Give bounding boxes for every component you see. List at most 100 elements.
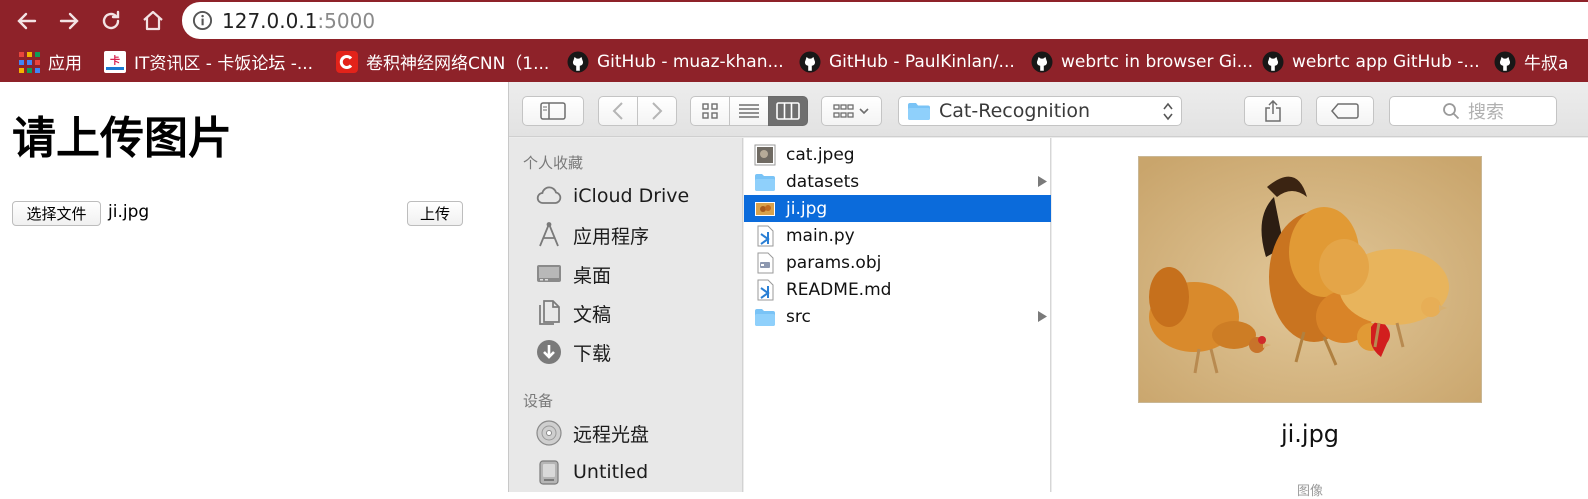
sidebar-item-icloud-drive[interactable]: iCloud Drive — [535, 181, 689, 211]
bookmark-webrtc-app[interactable]: webrtc app GitHub -... — [1262, 41, 1480, 82]
bookmark-label: IT资讯区 - 卡饭论坛 -... — [134, 54, 314, 74]
sidebar-item-label: 远程光盘 — [573, 423, 650, 446]
sidebar-item-untitled[interactable]: Untitled — [535, 457, 648, 487]
sidebar-item-label: 桌面 — [573, 264, 612, 287]
file-row-cat-jpeg[interactable]: cat.jpeg — [744, 141, 1051, 168]
page-title: 请上传图片 — [12, 113, 232, 164]
bookmark-github-muaz[interactable]: GitHub - muaz-khan... — [567, 41, 784, 82]
chosen-file-name: ji.jpg — [108, 202, 150, 222]
location-popup[interactable]: Cat-Recognition — [898, 96, 1182, 126]
kafan-icon: 卡 — [104, 50, 126, 73]
folder-icon — [908, 102, 930, 120]
url-text[interactable]: 127.0.0.1:5000 — [222, 9, 375, 33]
chevron-left-icon — [612, 102, 623, 120]
url-host: 127.0.0.1 — [222, 9, 318, 33]
share-button[interactable] — [1244, 96, 1302, 126]
reload-icon[interactable] — [96, 6, 126, 36]
dialog-sidebar: 个人收藏 iCloud Drive 应用程序 桌面 文稿 下载 设备 远程光盘 — [509, 138, 743, 492]
dialog-toolbar: Cat-Recognition 搜索 — [509, 82, 1588, 137]
column-view-button[interactable] — [768, 96, 808, 126]
icon-view-icon — [702, 103, 718, 119]
bookmark-kafan[interactable]: 卡 IT资讯区 - 卡饭论坛 -... — [104, 41, 313, 82]
bookmark-label: 牛叔a — [1524, 54, 1569, 74]
back-button[interactable] — [598, 96, 638, 126]
bookmark-label: webrtc in browser Gi... — [1061, 51, 1253, 72]
sidebar-item-remote-disc[interactable]: 远程光盘 — [535, 418, 649, 448]
chevron-right-icon — [652, 102, 663, 120]
location-name: Cat-Recognition — [939, 100, 1091, 122]
file-row-readme-md[interactable]: README.md — [744, 276, 1051, 303]
tag-icon — [1331, 103, 1359, 119]
forward-button[interactable] — [637, 96, 677, 126]
sidebar-item-label: iCloud Drive — [573, 185, 690, 207]
file-row-main-py[interactable]: main.py — [744, 222, 1051, 249]
icon-view-button[interactable] — [690, 96, 730, 126]
sidebar-item-documents[interactable]: 文稿 — [535, 298, 611, 328]
search-field[interactable]: 搜索 — [1389, 96, 1557, 126]
github-icon — [1494, 51, 1516, 72]
sidebar-item-applications[interactable]: 应用程序 — [535, 220, 649, 250]
file-open-dialog: Cat-Recognition 搜索 个人收藏 iCloud Drive 应用程… — [508, 82, 1588, 499]
sidebar-toggle-icon — [540, 102, 566, 120]
group-by-icon — [832, 104, 869, 118]
column-view-icon — [776, 102, 800, 120]
bookmark-label: 应用 — [48, 54, 82, 74]
sidebar-item-label: Untitled — [573, 461, 649, 483]
bookmark-label: GitHub - muaz-khan... — [597, 51, 784, 72]
choose-file-button[interactable]: 选择文件 — [12, 201, 101, 226]
disc-icon — [536, 420, 562, 446]
github-icon — [799, 51, 821, 72]
sidebar-item-downloads[interactable]: 下载 — [535, 337, 611, 367]
home-icon[interactable] — [138, 6, 168, 36]
sidebar-item-label: 下载 — [573, 342, 612, 365]
bookmark-apps[interactable]: 应用 — [18, 41, 82, 82]
file-row-params-obj[interactable]: params.obj — [744, 249, 1051, 276]
chicken-photo — [1139, 157, 1481, 402]
forward-icon[interactable] — [54, 6, 84, 36]
preview-image — [1138, 156, 1482, 403]
bookmark-label: 卷积神经网络CNN（1... — [366, 54, 550, 74]
bookmark-webrtc-browser[interactable]: webrtc in browser Gi... — [1031, 41, 1253, 82]
file-name: params.obj — [786, 252, 882, 273]
updown-chevron-icon — [1163, 102, 1173, 121]
sidebar-toggle-button[interactable] — [522, 96, 584, 126]
devices-heading: 设备 — [523, 392, 554, 410]
svg-text:卡: 卡 — [110, 54, 120, 67]
browser-toolbar: 127.0.0.1:5000 — [0, 0, 1588, 41]
bookmark-csdn[interactable]: 卷积神经网络CNN（1... — [336, 41, 549, 82]
file-row-src[interactable]: src — [744, 303, 1051, 330]
list-view-icon — [739, 104, 759, 118]
group-by-button[interactable] — [821, 96, 882, 126]
github-icon — [1262, 51, 1284, 72]
share-icon — [1265, 100, 1281, 122]
object-file-icon — [757, 252, 774, 273]
bookmark-niushu[interactable]: 牛叔a — [1494, 41, 1568, 82]
bookmark-github-paulkinlan[interactable]: GitHub - PaulKinlan/... — [799, 41, 1015, 82]
list-view-button[interactable] — [729, 96, 769, 126]
bookmark-label: GitHub - PaulKinlan/... — [829, 51, 1015, 72]
code-file-icon — [757, 279, 774, 300]
bookmark-label: webrtc app GitHub -... — [1292, 51, 1480, 72]
preview-pane: ji.jpg 图像 — [1052, 138, 1588, 499]
file-column: cat.jpeg datasets ji.jpg main.py params.… — [744, 138, 1051, 492]
disclosure-arrow-icon — [1038, 311, 1047, 322]
bookmarks-bar: 应用 卡 IT资讯区 - 卡饭论坛 -... 卷积神经网络CNN（1... Gi… — [0, 41, 1588, 82]
image-file-icon — [754, 144, 776, 165]
image-file-icon — [755, 201, 775, 216]
tags-button[interactable] — [1316, 96, 1374, 126]
back-icon[interactable] — [12, 6, 42, 36]
file-row-ji-jpg[interactable]: ji.jpg — [744, 195, 1051, 222]
url-port: :5000 — [317, 9, 376, 33]
search-placeholder: 搜索 — [1468, 102, 1504, 123]
file-name: main.py — [786, 225, 855, 246]
github-icon — [1031, 51, 1053, 72]
folder-icon — [755, 173, 775, 191]
search-icon — [1443, 103, 1460, 120]
sidebar-item-desktop[interactable]: 桌面 — [535, 259, 611, 289]
apps-grid-icon — [19, 51, 40, 73]
info-icon[interactable] — [192, 10, 213, 31]
address-bar[interactable]: 127.0.0.1:5000 — [182, 2, 1588, 39]
upload-button[interactable]: 上传 — [407, 201, 463, 226]
file-row-datasets[interactable]: datasets — [744, 168, 1051, 195]
drive-icon — [539, 460, 559, 485]
